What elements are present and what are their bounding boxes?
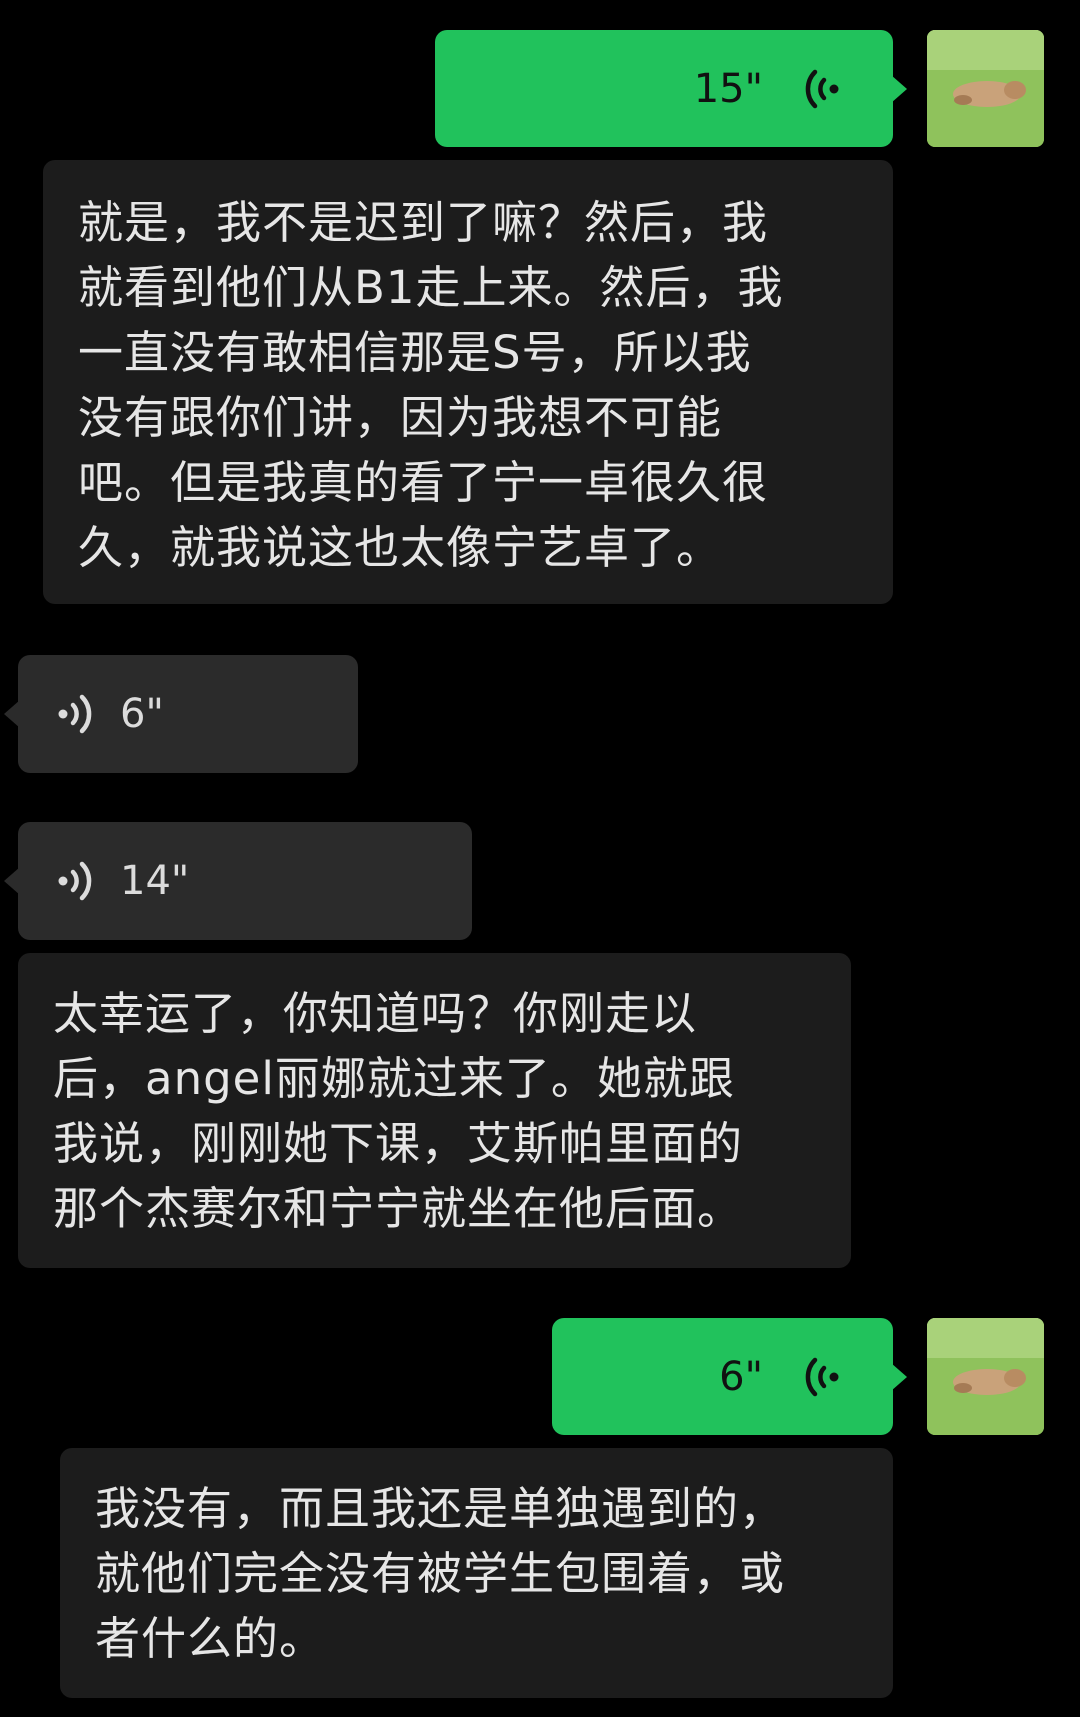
cat-on-grass-avatar <box>927 1318 1044 1435</box>
voice-transcript-3: 我没有，而且我还是单独遇到的， 就他们完全没有被学生包围着，或 者什么的。 <box>60 1448 893 1698</box>
voice-duration: 6" <box>719 1353 763 1400</box>
voice-duration: 6" <box>120 691 164 737</box>
voice-wave-icon <box>805 1357 839 1396</box>
voice-duration: 14" <box>120 858 190 904</box>
voice-wave-icon <box>58 861 92 901</box>
voice-transcript-1: 就是，我不是迟到了嘛？然后，我 就看到他们从B1走上来。然后，我 一直没有敢相信… <box>43 160 893 604</box>
incoming-voice-message-1[interactable]: 6" <box>4 655 358 773</box>
outgoing-voice-message-1[interactable]: 15" <box>435 30 907 147</box>
voice-wave-icon <box>805 69 839 108</box>
outgoing-voice-message-2[interactable]: 6" <box>552 1318 907 1435</box>
cat-on-grass-avatar <box>927 30 1044 147</box>
voice-transcript-2: 太幸运了，你知道吗？你刚走以 后，angel丽娜就过来了。她就跟 我说，刚刚她下… <box>18 953 851 1268</box>
voice-duration: 15" <box>693 65 763 112</box>
voice-wave-icon <box>58 694 92 734</box>
incoming-voice-message-2[interactable]: 14" <box>4 822 472 940</box>
avatar[interactable] <box>927 1318 1044 1435</box>
avatar[interactable] <box>927 30 1044 147</box>
